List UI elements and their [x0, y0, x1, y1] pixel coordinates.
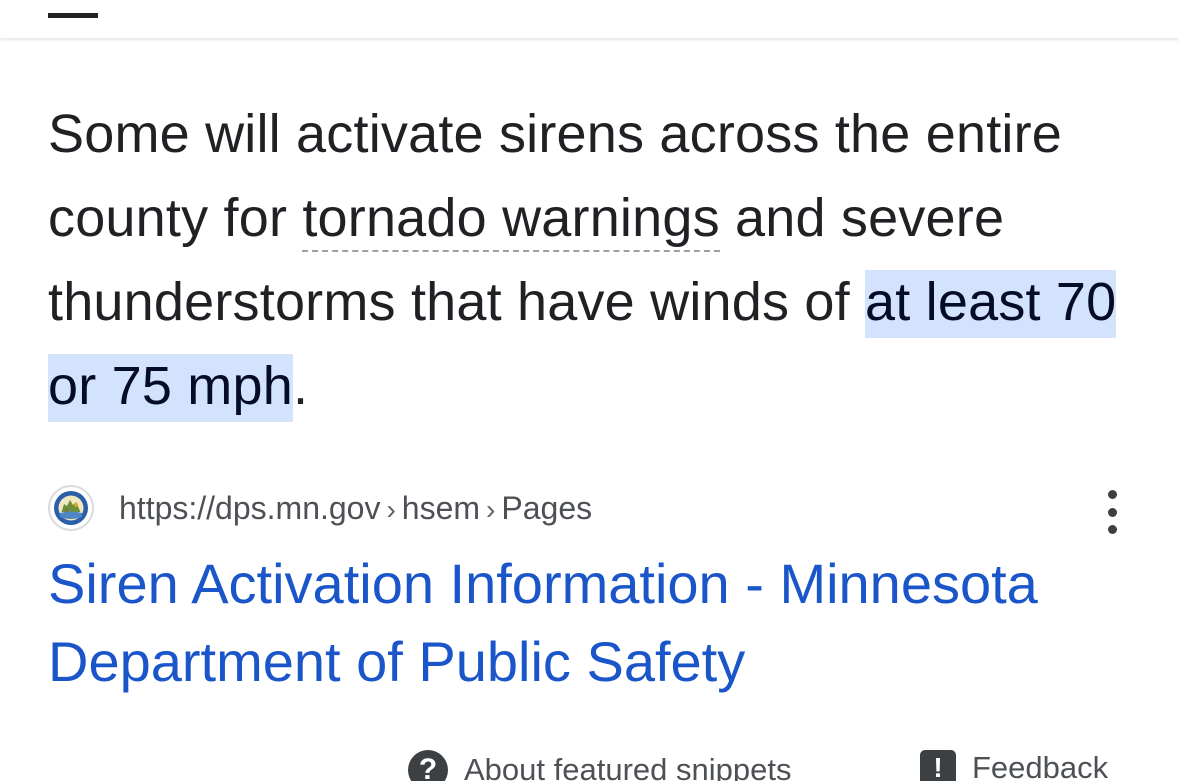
featured-snippet-text: Some will activate sirens across the ent…	[48, 92, 1138, 428]
more-options-dot	[1107, 507, 1117, 517]
more-options-icon[interactable]	[1092, 490, 1132, 534]
active-tab-indicator	[48, 13, 98, 18]
more-options-dot	[1107, 525, 1117, 534]
feedback-icon: !	[920, 750, 956, 781]
about-featured-snippets-label: About featured snippets	[464, 752, 792, 781]
feedback-button[interactable]: ! Feedback	[920, 750, 1108, 781]
breadcrumb: https://dps.mn.gov › hsem › Pages	[119, 490, 592, 527]
snippet-footer: ? About featured snippets ! Feedback	[0, 750, 1179, 781]
snippet-term-link[interactable]: tornado warnings	[302, 188, 720, 252]
search-result-page: Some will activate sirens across the ent…	[0, 0, 1179, 781]
result-source[interactable]: https://dps.mn.gov › hsem › Pages	[48, 480, 592, 536]
result-title-link[interactable]: Siren Activation Information - Minnesota…	[48, 545, 1148, 701]
breadcrumb-separator: ›	[486, 493, 496, 525]
more-options-dot	[1107, 490, 1117, 499]
breadcrumb-path-1: hsem	[401, 489, 481, 526]
breadcrumb-separator: ›	[386, 493, 396, 525]
breadcrumb-path-2: Pages	[501, 489, 593, 526]
minnesota-state-seal-icon	[48, 485, 94, 531]
tab-bar	[0, 0, 1179, 38]
snippet-text-end: .	[292, 356, 309, 416]
about-featured-snippets-button[interactable]: ? About featured snippets	[408, 750, 791, 781]
help-icon: ?	[408, 750, 448, 781]
breadcrumb-site: https://dps.mn.gov	[119, 489, 381, 526]
feedback-label: Feedback	[972, 750, 1109, 781]
